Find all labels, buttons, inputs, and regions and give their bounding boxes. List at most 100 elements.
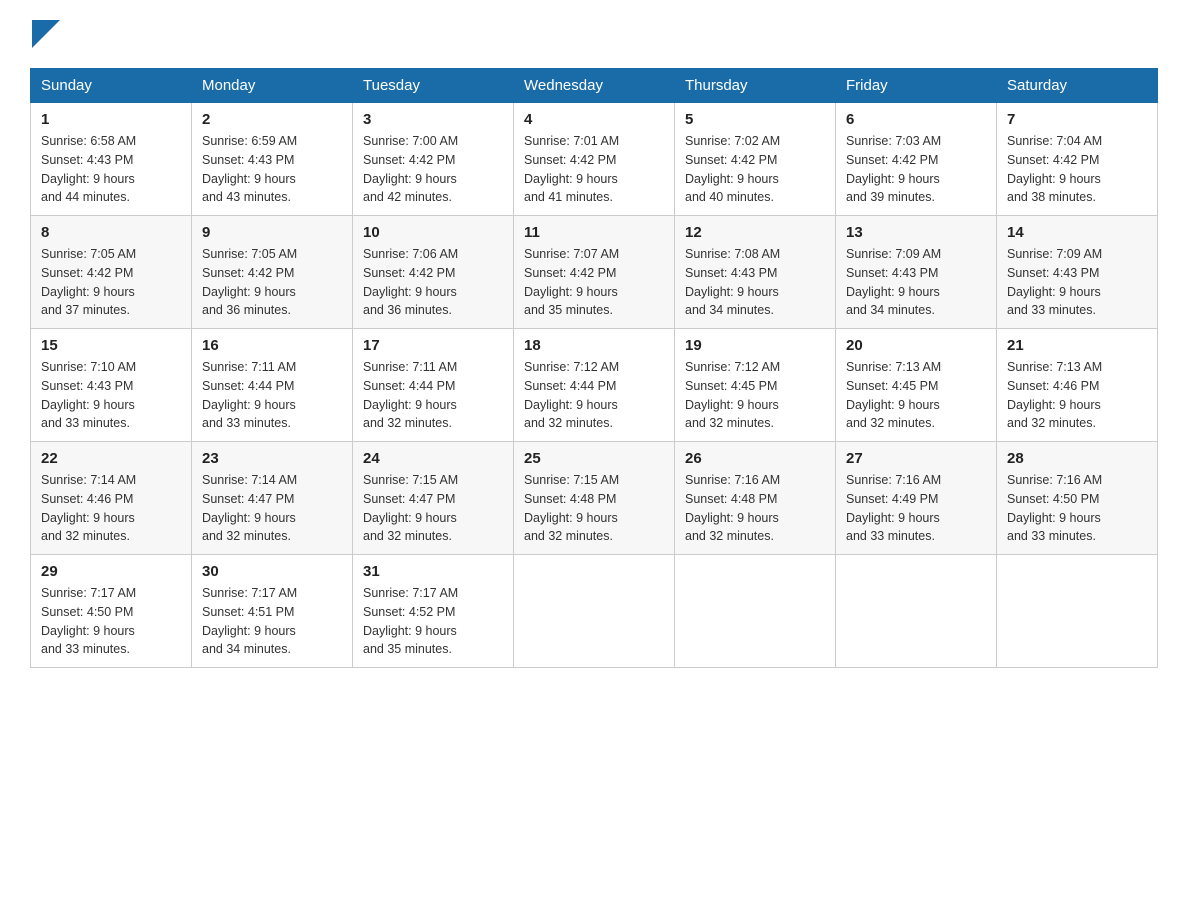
weekday-header-thursday: Thursday bbox=[675, 69, 836, 103]
day-number: 1 bbox=[41, 111, 181, 128]
day-number: 28 bbox=[1007, 450, 1147, 467]
calendar-cell: 26 Sunrise: 7:16 AMSunset: 4:48 PMDayligh… bbox=[675, 442, 836, 555]
day-info: Sunrise: 6:58 AMSunset: 4:43 PMDaylight:… bbox=[41, 132, 181, 207]
calendar-cell: 22Sunrise: 7:14 AMSunset: 4:46 PMDayligh… bbox=[31, 442, 192, 555]
day-info: Sunrise: 7:11 AMSunset: 4:44 PMDaylight:… bbox=[363, 358, 503, 433]
day-info: Sunrise: 7:17 AMSunset: 4:52 PMDaylight:… bbox=[363, 584, 503, 659]
calendar-cell bbox=[514, 555, 675, 668]
day-info: Sunrise: 7:14 AMSunset: 4:47 PMDaylight:… bbox=[202, 471, 342, 546]
calendar-cell: 7 Sunrise: 7:04 AMSunset: 4:42 PMDaylight… bbox=[997, 103, 1158, 216]
day-info: Sunrise: 6:59 AMSunset: 4:43 PMDaylight:… bbox=[202, 132, 342, 207]
day-number: 24 bbox=[363, 450, 503, 467]
calendar-cell: 31 Sunrise: 7:17 AMSunset: 4:52 PMDayligh… bbox=[353, 555, 514, 668]
calendar-cell: 2 Sunrise: 6:59 AMSunset: 4:43 PMDaylight… bbox=[192, 103, 353, 216]
calendar-cell: 24 Sunrise: 7:15 AMSunset: 4:47 PMDayligh… bbox=[353, 442, 514, 555]
day-number: 23 bbox=[202, 450, 342, 467]
day-number: 19 bbox=[685, 337, 825, 354]
day-number: 31 bbox=[363, 563, 503, 580]
day-info: Sunrise: 7:05 AMSunset: 4:42 PMDaylight:… bbox=[202, 245, 342, 320]
calendar-cell: 12 Sunrise: 7:08 AMSunset: 4:43 PMDayligh… bbox=[675, 216, 836, 329]
day-info: Sunrise: 7:01 AMSunset: 4:42 PMDaylight:… bbox=[524, 132, 664, 207]
calendar-cell bbox=[675, 555, 836, 668]
calendar-week-row: 1 Sunrise: 6:58 AMSunset: 4:43 PMDaylight… bbox=[31, 103, 1158, 216]
calendar-cell: 1 Sunrise: 6:58 AMSunset: 4:43 PMDaylight… bbox=[31, 103, 192, 216]
day-number: 3 bbox=[363, 111, 503, 128]
day-info: Sunrise: 7:12 AMSunset: 4:44 PMDaylight:… bbox=[524, 358, 664, 433]
day-info: Sunrise: 7:15 AMSunset: 4:47 PMDaylight:… bbox=[363, 471, 503, 546]
calendar-cell: 28 Sunrise: 7:16 AMSunset: 4:50 PMDayligh… bbox=[997, 442, 1158, 555]
day-info: Sunrise: 7:07 AMSunset: 4:42 PMDaylight:… bbox=[524, 245, 664, 320]
calendar-cell: 4 Sunrise: 7:01 AMSunset: 4:42 PMDaylight… bbox=[514, 103, 675, 216]
calendar-cell: 13 Sunrise: 7:09 AMSunset: 4:43 PMDayligh… bbox=[836, 216, 997, 329]
calendar-cell: 30 Sunrise: 7:17 AMSunset: 4:51 PMDayligh… bbox=[192, 555, 353, 668]
day-info: Sunrise: 7:10 AMSunset: 4:43 PMDaylight:… bbox=[41, 358, 181, 433]
calendar-cell bbox=[997, 555, 1158, 668]
day-number: 30 bbox=[202, 563, 342, 580]
day-info: Sunrise: 7:03 AMSunset: 4:42 PMDaylight:… bbox=[846, 132, 986, 207]
day-info: Sunrise: 7:11 AMSunset: 4:44 PMDaylight:… bbox=[202, 358, 342, 433]
day-number: 18 bbox=[524, 337, 664, 354]
day-number: 21 bbox=[1007, 337, 1147, 354]
weekday-header-monday: Monday bbox=[192, 69, 353, 103]
weekday-header-sunday: Sunday bbox=[31, 69, 192, 103]
calendar-cell: 19Sunrise: 7:12 AMSunset: 4:45 PMDayligh… bbox=[675, 329, 836, 442]
day-info: Sunrise: 7:16 AMSunset: 4:50 PMDaylight:… bbox=[1007, 471, 1147, 546]
calendar-header-row: SundayMondayTuesdayWednesdayThursdayFrid… bbox=[31, 69, 1158, 103]
day-number: 6 bbox=[846, 111, 986, 128]
day-number: 2 bbox=[202, 111, 342, 128]
day-number: 25 bbox=[524, 450, 664, 467]
calendar-cell: 25 Sunrise: 7:15 AMSunset: 4:48 PMDayligh… bbox=[514, 442, 675, 555]
day-info: Sunrise: 7:04 AMSunset: 4:42 PMDaylight:… bbox=[1007, 132, 1147, 207]
day-info: Sunrise: 7:16 AMSunset: 4:48 PMDaylight:… bbox=[685, 471, 825, 546]
calendar-cell: 15Sunrise: 7:10 AMSunset: 4:43 PMDayligh… bbox=[31, 329, 192, 442]
day-info: Sunrise: 7:05 AMSunset: 4:42 PMDaylight:… bbox=[41, 245, 181, 320]
day-info: Sunrise: 7:17 AMSunset: 4:51 PMDaylight:… bbox=[202, 584, 342, 659]
calendar-cell: 3Sunrise: 7:00 AMSunset: 4:42 PMDaylight… bbox=[353, 103, 514, 216]
day-number: 8 bbox=[41, 224, 181, 241]
calendar-week-row: 22Sunrise: 7:14 AMSunset: 4:46 PMDayligh… bbox=[31, 442, 1158, 555]
calendar-cell: 18 Sunrise: 7:12 AMSunset: 4:44 PMDayligh… bbox=[514, 329, 675, 442]
day-number: 29 bbox=[41, 563, 181, 580]
calendar-cell bbox=[836, 555, 997, 668]
day-info: Sunrise: 7:13 AMSunset: 4:46 PMDaylight:… bbox=[1007, 358, 1147, 433]
day-number: 10 bbox=[363, 224, 503, 241]
calendar-week-row: 15Sunrise: 7:10 AMSunset: 4:43 PMDayligh… bbox=[31, 329, 1158, 442]
day-number: 17 bbox=[363, 337, 503, 354]
calendar-cell: 29 Sunrise: 7:17 AMSunset: 4:50 PMDayligh… bbox=[31, 555, 192, 668]
day-number: 4 bbox=[524, 111, 664, 128]
day-number: 27 bbox=[846, 450, 986, 467]
day-number: 12 bbox=[685, 224, 825, 241]
day-info: Sunrise: 7:16 AMSunset: 4:49 PMDaylight:… bbox=[846, 471, 986, 546]
calendar-cell: 16 Sunrise: 7:11 AMSunset: 4:44 PMDayligh… bbox=[192, 329, 353, 442]
day-info: Sunrise: 7:15 AMSunset: 4:48 PMDaylight:… bbox=[524, 471, 664, 546]
calendar-week-row: 29 Sunrise: 7:17 AMSunset: 4:50 PMDayligh… bbox=[31, 555, 1158, 668]
calendar-cell: 5Sunrise: 7:02 AMSunset: 4:42 PMDaylight… bbox=[675, 103, 836, 216]
calendar-table: SundayMondayTuesdayWednesdayThursdayFrid… bbox=[30, 68, 1158, 668]
day-number: 16 bbox=[202, 337, 342, 354]
calendar-cell: 27 Sunrise: 7:16 AMSunset: 4:49 PMDayligh… bbox=[836, 442, 997, 555]
day-info: Sunrise: 7:14 AMSunset: 4:46 PMDaylight:… bbox=[41, 471, 181, 546]
day-info: Sunrise: 7:09 AMSunset: 4:43 PMDaylight:… bbox=[1007, 245, 1147, 320]
calendar-cell: 14Sunrise: 7:09 AMSunset: 4:43 PMDayligh… bbox=[997, 216, 1158, 329]
day-number: 26 bbox=[685, 450, 825, 467]
day-info: Sunrise: 7:06 AMSunset: 4:42 PMDaylight:… bbox=[363, 245, 503, 320]
page-header bbox=[30, 20, 1158, 48]
logo-arrow-icon bbox=[32, 20, 60, 48]
day-info: Sunrise: 7:17 AMSunset: 4:50 PMDaylight:… bbox=[41, 584, 181, 659]
calendar-cell: 17 Sunrise: 7:11 AMSunset: 4:44 PMDayligh… bbox=[353, 329, 514, 442]
calendar-cell: 23 Sunrise: 7:14 AMSunset: 4:47 PMDayligh… bbox=[192, 442, 353, 555]
day-info: Sunrise: 7:08 AMSunset: 4:43 PMDaylight:… bbox=[685, 245, 825, 320]
logo bbox=[30, 20, 60, 48]
weekday-header-saturday: Saturday bbox=[997, 69, 1158, 103]
day-info: Sunrise: 7:09 AMSunset: 4:43 PMDaylight:… bbox=[846, 245, 986, 320]
day-number: 9 bbox=[202, 224, 342, 241]
day-info: Sunrise: 7:13 AMSunset: 4:45 PMDaylight:… bbox=[846, 358, 986, 433]
day-number: 7 bbox=[1007, 111, 1147, 128]
day-number: 11 bbox=[524, 224, 664, 241]
calendar-cell: 6 Sunrise: 7:03 AMSunset: 4:42 PMDaylight… bbox=[836, 103, 997, 216]
day-number: 13 bbox=[846, 224, 986, 241]
weekday-header-tuesday: Tuesday bbox=[353, 69, 514, 103]
calendar-cell: 11 Sunrise: 7:07 AMSunset: 4:42 PMDayligh… bbox=[514, 216, 675, 329]
calendar-cell: 9 Sunrise: 7:05 AMSunset: 4:42 PMDaylight… bbox=[192, 216, 353, 329]
calendar-cell: 21 Sunrise: 7:13 AMSunset: 4:46 PMDayligh… bbox=[997, 329, 1158, 442]
